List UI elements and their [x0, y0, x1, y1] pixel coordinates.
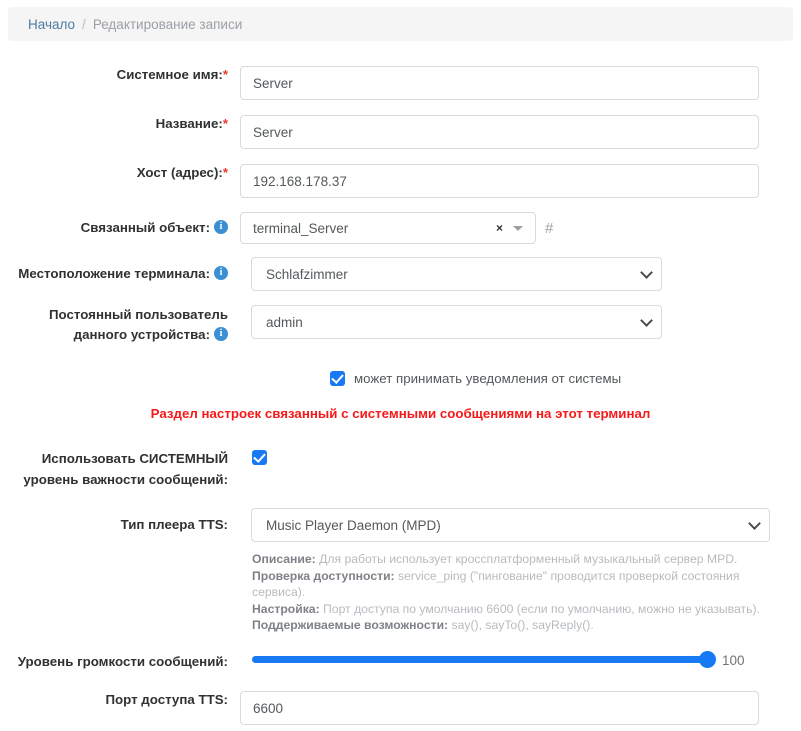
volume-value: 100 [722, 653, 745, 668]
info-icon[interactable] [214, 266, 228, 280]
linked-object-label: Связанный объект: [0, 218, 240, 238]
permanent-user-label: Постоянный пользователь данного устройст… [0, 296, 240, 345]
tts-player-type-select[interactable]: Music Player Daemon (MPD) [251, 508, 770, 542]
title-label-text: Название: [156, 116, 223, 131]
host-label-text: Хост (адрес): [137, 165, 223, 180]
tts-description-line-2: Проверка доступности: service_ping ("пин… [252, 568, 774, 601]
row-terminal-location: Местоположение терминала: Schlafzimmer [0, 257, 801, 291]
title-label: Название:* [0, 115, 240, 133]
volume-slider-thumb[interactable] [699, 651, 716, 668]
title-input[interactable] [240, 115, 759, 149]
system-messages-notice: Раздел настроек связанный с системными с… [0, 406, 801, 421]
row-title: Название:* [0, 115, 801, 149]
required-asterisk: * [223, 165, 228, 180]
info-icon[interactable] [214, 327, 228, 341]
system-name-input[interactable] [240, 66, 759, 100]
row-linked-object: Связанный объект: terminal_Server × # [0, 212, 801, 244]
volume-label: Уровень громкости сообщений: [0, 653, 240, 671]
terminal-location-select-wrap: Schlafzimmer [251, 257, 662, 291]
system-name-label: Системное имя:* [0, 66, 240, 84]
permanent-user-label-line2-wrap: данного устройства: [0, 325, 228, 345]
row-permanent-user: Постоянный пользователь данного устройст… [0, 296, 801, 345]
linked-object-label-text: Связанный объект: [81, 220, 210, 235]
linked-object-select2[interactable]: terminal_Server × [240, 212, 536, 244]
can-receive-notifications-label: может принимать уведомления от системы [354, 371, 621, 386]
host-label: Хост (адрес):* [0, 164, 240, 182]
breadcrumb: Начало / Редактирование записи [8, 7, 793, 41]
use-system-level-checkbox[interactable] [252, 450, 267, 465]
can-receive-notifications-checkbox[interactable] [330, 371, 345, 386]
tts-port-input[interactable] [240, 691, 759, 725]
tts-player-type-select-wrap: Music Player Daemon (MPD) [251, 508, 770, 542]
required-asterisk: * [223, 116, 228, 131]
system-name-label-text: Системное имя: [117, 67, 223, 82]
tts-description-line3-label: Настройка: [252, 602, 320, 616]
use-system-level-label-line1: Использовать СИСТЕМНЫЙ [0, 448, 228, 469]
tts-description-line2-label: Проверка доступности: [252, 569, 395, 583]
breadcrumb-separator: / [82, 17, 86, 32]
tts-description-line4-label: Поддерживаемые возможности: [252, 618, 448, 632]
breadcrumb-current: Редактирование записи [93, 17, 242, 32]
row-tts-player-type: Тип плеера TTS: Music Player Daemon (MPD… [0, 508, 801, 542]
terminal-location-label: Местоположение терминала: [0, 264, 240, 284]
info-icon[interactable] [214, 220, 228, 234]
host-input[interactable] [240, 164, 759, 198]
row-system-name: Системное имя:* [0, 66, 801, 100]
permanent-user-select[interactable]: admin [251, 305, 662, 339]
row-host: Хост (адрес):* [0, 164, 801, 198]
hash-link[interactable]: # [545, 220, 553, 237]
use-system-level-label-line2: уровень важности сообщений: [0, 469, 228, 490]
required-asterisk: * [223, 67, 228, 82]
tts-port-label: Порт доступа TTS: [0, 691, 240, 709]
tts-description-line1-text: Для работы использует кроссплатформенный… [319, 552, 737, 566]
permanent-user-select-wrap: admin [251, 305, 662, 339]
tts-description-line4-text: say(), sayTo(), sayReply(). [452, 618, 594, 632]
row-tts-port: Порт доступа TTS: [0, 691, 801, 725]
volume-slider-fill [252, 656, 715, 663]
permanent-user-label-line2: данного устройства: [74, 327, 210, 342]
can-receive-notifications-row: может принимать уведомления от системы [330, 371, 621, 386]
terminal-location-label-text: Местоположение терминала: [18, 266, 210, 281]
tts-description-line-3: Настройка: Порт доступа по умолчанию 660… [252, 601, 774, 618]
row-use-system-level: Использовать СИСТЕМНЫЙ уровень важности … [0, 448, 801, 490]
linked-object-value: terminal_Server [253, 221, 496, 236]
tts-description: Описание: Для работы использует кросспла… [252, 551, 774, 634]
linked-object-control: terminal_Server × # [240, 212, 553, 244]
tts-description-line1-label: Описание: [252, 552, 316, 566]
tts-description-line-1: Описание: Для работы использует кросспла… [252, 551, 774, 568]
tts-player-type-label: Тип плеера TTS: [0, 516, 240, 534]
tts-description-line3-text: Порт доступа по умолчанию 6600 (если по … [323, 602, 760, 616]
edit-record-page: Начало / Редактирование записи Системное… [0, 0, 801, 731]
terminal-location-select[interactable]: Schlafzimmer [251, 257, 662, 291]
tts-description-line-4: Поддерживаемые возможности: say(), sayTo… [252, 617, 774, 634]
chevron-down-icon[interactable] [513, 226, 523, 231]
clear-icon[interactable]: × [496, 221, 503, 235]
permanent-user-label-line1: Постоянный пользователь [0, 305, 228, 325]
use-system-level-label: Использовать СИСТЕМНЫЙ уровень важности … [0, 448, 240, 490]
breadcrumb-home-link[interactable]: Начало [28, 17, 75, 32]
